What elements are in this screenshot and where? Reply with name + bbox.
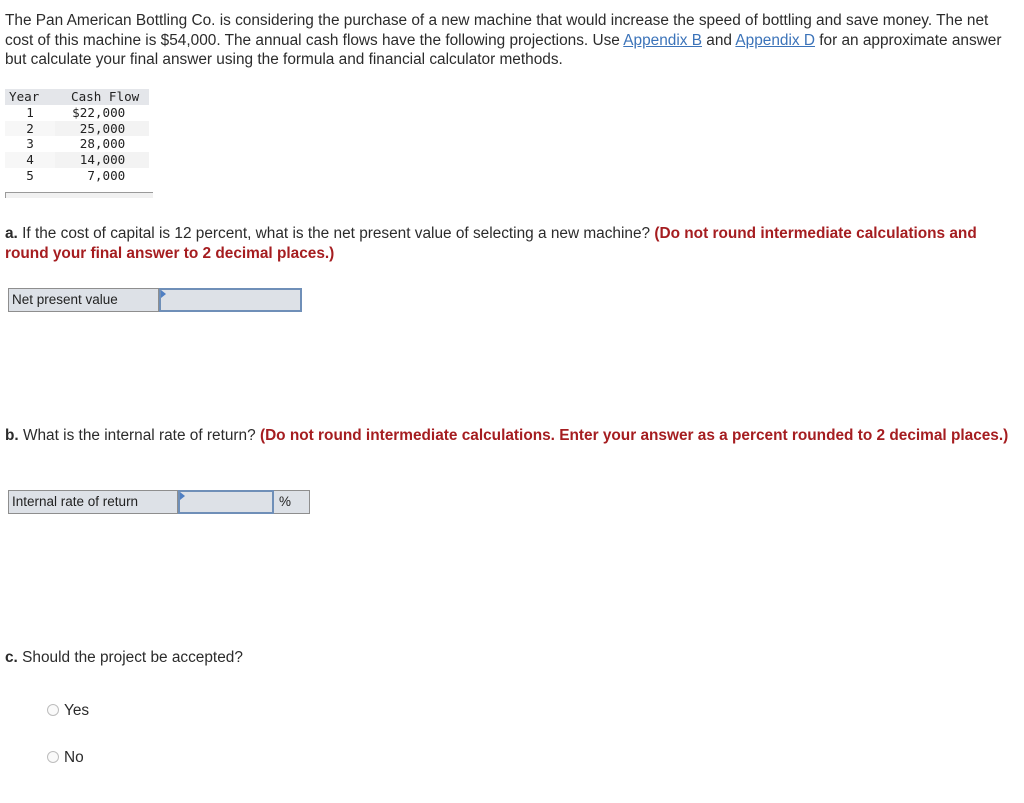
npv-label: Net present value <box>8 288 159 312</box>
year-cell: 3 <box>26 136 34 152</box>
question-b-letter: b. <box>5 427 19 444</box>
year-header: Year <box>5 89 55 105</box>
question-c: c. Should the project be accepted? <box>5 648 1010 668</box>
table-row: 2 25,000 <box>5 120 150 137</box>
table-horizontal-scrollbar[interactable] <box>5 192 153 198</box>
irr-input-wrapper <box>178 490 274 514</box>
year-cell: 2 <box>5 120 55 137</box>
radio-label-no: No <box>64 749 84 766</box>
year-cell: 1 <box>26 104 34 120</box>
table-row: 1 $22,000 <box>5 105 149 121</box>
cash-flow-cell: 25,000 <box>55 120 150 137</box>
radio-option-yes[interactable]: Yes <box>47 702 89 720</box>
question-b-text: What is the internal rate of return? <box>18 427 260 444</box>
radio-option-no[interactable]: No <box>47 749 84 767</box>
irr-label: Internal rate of return <box>8 490 178 514</box>
question-a-letter: a. <box>5 225 18 242</box>
table-row: 3 28,000 <box>5 136 149 152</box>
percent-unit: % <box>274 490 310 514</box>
cash-flow-table: Year Cash Flow 1 $22,000 2 25,000 3 28,0… <box>5 89 150 184</box>
radio-label-yes: Yes <box>64 702 90 719</box>
cash-flow-cell: $22,000 <box>72 104 126 120</box>
cash-flow-cell: 7,000 <box>87 167 126 183</box>
table-row: 5 7,000 <box>5 168 149 184</box>
question-b: b. What is the internal rate of return? … <box>5 426 1010 446</box>
table-row: 4 14,000 <box>5 152 150 168</box>
question-c-letter: c. <box>5 649 18 666</box>
radio-button-icon[interactable] <box>47 703 59 716</box>
cash-flow-cell: 14,000 <box>55 152 150 168</box>
irr-input[interactable] <box>178 490 274 514</box>
radio-button-icon[interactable] <box>47 750 59 763</box>
npv-answer-row: Net present value <box>8 288 302 312</box>
cash-flow-header: Cash Flow <box>55 89 150 105</box>
cash-flow-cell: 28,000 <box>79 136 126 152</box>
question-a: a. If the cost of capital is 12 percent,… <box>5 224 1010 263</box>
question-c-text: Should the project be accepted? <box>17 649 243 666</box>
intro-text: and <box>702 31 736 49</box>
npv-input-wrapper <box>159 288 302 312</box>
appendix-b-link[interactable]: Appendix B <box>623 32 702 49</box>
question-b-instruction: (Do not round intermediate calculations.… <box>259 427 1009 444</box>
npv-input[interactable] <box>159 288 302 312</box>
table-header-row: Year Cash Flow <box>5 89 150 105</box>
year-cell: 4 <box>5 152 55 168</box>
appendix-d-link[interactable]: Appendix D <box>735 32 815 49</box>
problem-statement: The Pan American Bottling Co. is conside… <box>5 11 1005 70</box>
question-a-text: If the cost of capital is 12 percent, wh… <box>17 225 655 242</box>
year-cell: 5 <box>26 167 34 183</box>
irr-answer-row: Internal rate of return % <box>8 490 310 514</box>
